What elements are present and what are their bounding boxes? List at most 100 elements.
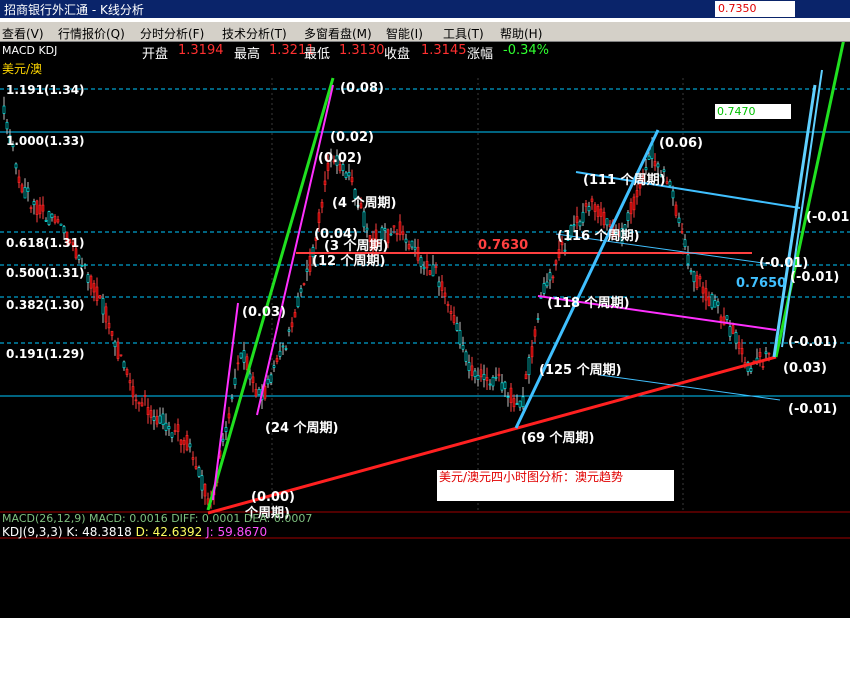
chart-annotation: (24 个周期) [265, 420, 339, 436]
menu-technical[interactable]: 技术分析(T) [222, 25, 287, 42]
corner-value-box: 0.7350 [715, 1, 795, 17]
chart-annotation: 0.7650 [736, 276, 786, 291]
candle-body [680, 231, 684, 233]
candle-body [131, 386, 135, 398]
menu-help[interactable]: 帮助(H) [500, 25, 542, 42]
candle-body [113, 341, 117, 348]
candle-body [158, 415, 162, 424]
candle-body [683, 239, 687, 248]
open-label: 开盘 [142, 47, 169, 62]
price-axis-label: 0.618(1.31) [6, 236, 85, 250]
candle-body [578, 221, 582, 227]
price-axis-label: 1.000(1.33) [6, 134, 85, 148]
candle-body [161, 413, 165, 426]
candle-body [647, 155, 651, 160]
menu-view[interactable]: 查看(V) [2, 25, 44, 42]
candle-body [410, 240, 414, 248]
candle-body [362, 211, 366, 228]
candle-body [515, 403, 519, 405]
candle-body [527, 357, 531, 376]
menu-tools[interactable]: 工具(T) [443, 25, 484, 42]
candle-body [110, 330, 114, 336]
chart-annotation: (-0.01) [806, 210, 850, 225]
candle-body [521, 396, 525, 407]
candle-body [440, 281, 444, 291]
candle-body [278, 350, 282, 357]
candle-body [572, 224, 576, 227]
candle-body [602, 211, 606, 226]
candle-body [668, 181, 672, 186]
trend-line-magenta [212, 302, 239, 501]
candle-body [401, 231, 405, 235]
candle-body [524, 374, 528, 380]
candle-body [383, 228, 387, 231]
candle-body [254, 389, 258, 397]
candle-body [53, 216, 57, 223]
price-axis-label: 1.191(1.34) [6, 83, 85, 97]
candle-body [236, 362, 240, 365]
menu-quotes[interactable]: 行情报价(Q) [58, 25, 125, 42]
candle-body [347, 172, 351, 177]
candle-body [452, 315, 456, 323]
candle-body [671, 190, 675, 199]
candle-body [764, 351, 768, 355]
candle-body [758, 352, 762, 357]
candle-body [389, 233, 393, 236]
analysis-note[interactable]: 美元/澳元四小时图分析：澳元趋势 [437, 470, 674, 501]
candle-body [494, 376, 498, 379]
candle-body [512, 398, 516, 408]
candle-body [710, 293, 714, 309]
candle-body [146, 407, 150, 416]
candle-body [170, 432, 174, 438]
candle-body [446, 303, 450, 306]
candle-body [98, 295, 102, 299]
candle-body [308, 255, 312, 272]
candle-body [470, 365, 474, 376]
candle-body [506, 396, 510, 398]
candle-body [704, 288, 708, 301]
kdj-k: K: 48.3818 [66, 525, 132, 539]
candle-body [719, 316, 723, 322]
candle-body [188, 443, 192, 448]
candle-body [491, 376, 495, 387]
candle-body [488, 383, 492, 386]
candle-body [434, 266, 438, 268]
menu-bar: 查看(V) 行情报价(Q) 分时分析(F) 技术分析(T) 多窗看盘(M) 智能… [0, 22, 850, 42]
change-label: 涨幅 [467, 47, 494, 62]
menu-smart[interactable]: 智能(I) [386, 25, 423, 42]
candle-body [686, 254, 690, 265]
candle-body [365, 227, 369, 231]
candle-body [35, 200, 39, 215]
candle-body [203, 483, 207, 497]
candle-body [176, 424, 180, 432]
chart-annotation: (3 个周期) [324, 238, 388, 254]
candle-body [200, 475, 204, 491]
candle-body [122, 361, 126, 369]
candle-body [644, 167, 648, 171]
candle-body [239, 352, 243, 359]
kdj-label: KDJ(9,3,3) [2, 525, 63, 539]
price-input[interactable]: 0.7470 [715, 104, 791, 119]
menu-intraday[interactable]: 分时分析(F) [140, 25, 204, 42]
chart-annotation: (4 个周期) [332, 195, 396, 211]
candle-body [545, 281, 549, 287]
candle-body [392, 225, 396, 228]
macd-readout: MACD(26,12,9) MACD: 0.0016 DIFF: 0.0001 … [2, 512, 313, 525]
candle-body [155, 415, 159, 425]
menu-multiwindow[interactable]: 多窗看盘(M) [304, 25, 372, 42]
candle-body [419, 257, 423, 267]
title-bar: 招商银行外汇通 - K线分析 0.7350 [0, 0, 850, 18]
candle-body [428, 270, 432, 275]
candle-body [542, 283, 546, 294]
candle-body [590, 198, 594, 202]
candle-body [689, 270, 693, 273]
candle-body [422, 266, 426, 270]
kdj-readout: KDJ(9,3,3) K: 48.3818 D: 42.6392 J: 59.8… [2, 525, 267, 539]
candle-body [593, 204, 597, 212]
candle-body [443, 292, 447, 297]
candle-body [41, 204, 45, 212]
chart-annotation: (118 个周期) [547, 295, 630, 311]
candle-body [50, 213, 54, 218]
chart-annotation: (125 个周期) [539, 362, 622, 378]
candle-body [581, 211, 585, 223]
